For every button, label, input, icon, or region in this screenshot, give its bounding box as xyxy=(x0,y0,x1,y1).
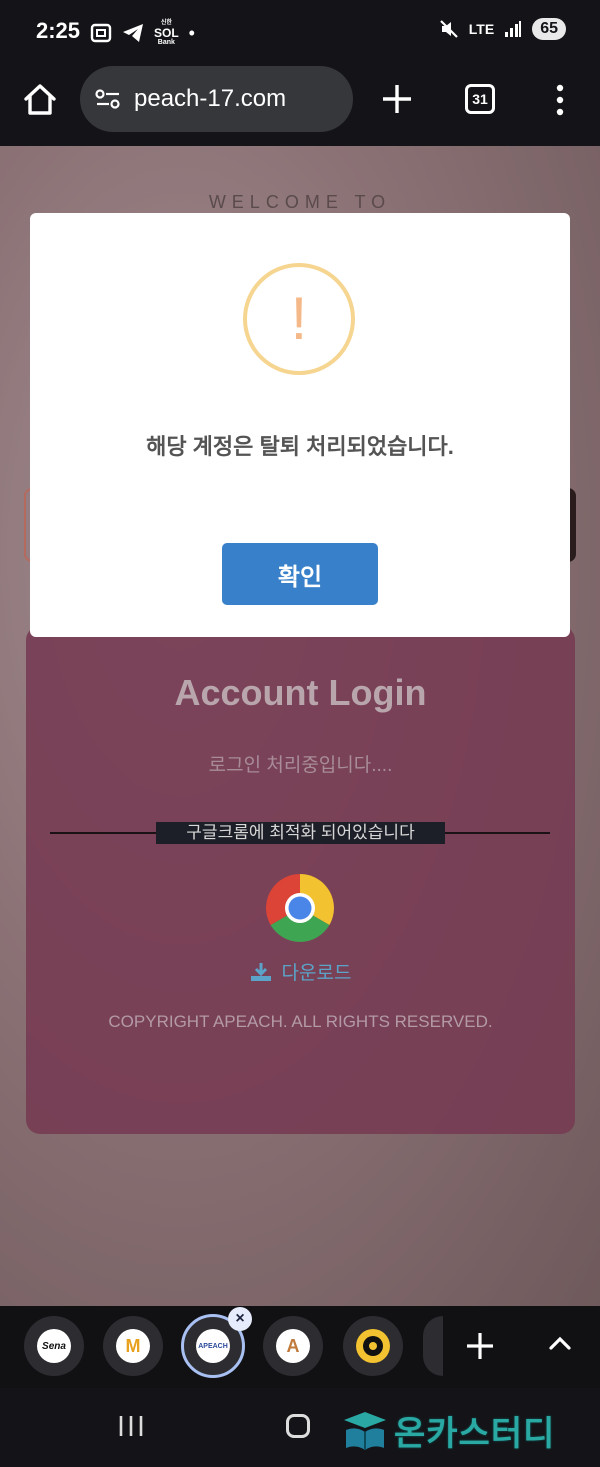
tab-a[interactable]: A xyxy=(263,1316,323,1376)
alert-message: 해당 계정은 탈퇴 처리되었습니다. xyxy=(146,434,454,459)
login-title: Account Login xyxy=(174,672,427,713)
alert-dialog: ! 해당 계정은 탈퇴 처리되었습니다. 확인 xyxy=(30,213,570,637)
tab-partial[interactable] xyxy=(423,1316,443,1376)
home-button[interactable] xyxy=(286,1414,310,1438)
overflow-menu-icon[interactable] xyxy=(548,80,572,120)
home-icon[interactable] xyxy=(20,80,60,120)
watermark: 온카스터디 xyxy=(342,1406,555,1455)
address-bar[interactable]: peach-17.com xyxy=(80,66,353,132)
warning-icon: ! xyxy=(243,263,355,375)
telegram-icon xyxy=(123,24,143,42)
tab-sena[interactable]: Sena xyxy=(24,1316,84,1376)
new-tab-icon[interactable] xyxy=(378,80,416,118)
url-text: peach-17.com xyxy=(134,85,287,112)
tab-switcher-button[interactable]: 31 xyxy=(465,84,495,114)
add-tab-icon[interactable] xyxy=(462,1328,498,1364)
sena-favicon: Sena xyxy=(37,1329,71,1363)
tab-apeach-active[interactable]: APEACH × xyxy=(181,1307,252,1378)
confirm-button[interactable]: 확인 xyxy=(222,543,378,605)
a-logo-favicon: A xyxy=(276,1329,310,1363)
download-label: 다운로드 xyxy=(281,963,352,984)
system-nav-bar: 온카스터디 xyxy=(0,1388,600,1467)
lte-indicator: LTE xyxy=(468,21,495,37)
ball-favicon xyxy=(356,1329,390,1363)
notification-dot: • xyxy=(188,22,195,43)
copyright-text: COPYRIGHT APEACH. ALL RIGHTS RESERVED. xyxy=(108,1012,493,1031)
chevron-up-icon[interactable] xyxy=(546,1330,574,1358)
processing-text: 로그인 처리중입니다.... xyxy=(208,755,393,776)
download-link[interactable]: 다운로드 xyxy=(26,958,575,985)
close-tab-icon[interactable]: × xyxy=(228,1307,252,1331)
status-notification-icons: 신한 SOL Bank • xyxy=(90,20,195,46)
watermark-text: 온카스터디 xyxy=(394,1415,556,1453)
recents-icon[interactable] xyxy=(118,1414,144,1438)
tab-strip: Sena M APEACH × A xyxy=(0,1306,600,1388)
chrome-logo-icon[interactable] xyxy=(266,874,334,942)
m-logo-favicon: M xyxy=(116,1329,150,1363)
tab-count: 31 xyxy=(472,91,488,107)
site-settings-icon[interactable] xyxy=(94,87,122,111)
apeach-favicon: APEACH xyxy=(196,1329,230,1363)
tab-ball[interactable] xyxy=(343,1316,403,1376)
tab-m[interactable]: M xyxy=(103,1316,163,1376)
screenshot-icon xyxy=(90,23,112,43)
download-icon xyxy=(250,962,271,981)
mute-icon xyxy=(440,20,458,38)
browser-toolbar: peach-17.com 31 xyxy=(0,62,600,146)
sol-bank-icon: 신한 SOL Bank xyxy=(154,20,179,46)
welcome-text: WELCOME TO xyxy=(208,192,392,212)
status-system-icons: LTE 65 xyxy=(439,18,566,40)
signal-icon xyxy=(505,21,522,37)
status-time: 2:25 xyxy=(36,18,81,43)
book-logo-icon xyxy=(344,1411,386,1450)
status-bar: 2:25 신한 SOL Bank • LTE 65 xyxy=(0,0,600,62)
login-card: Account Login 로그인 처리중입니다.... 구글크롬에 최적화 되… xyxy=(26,626,575,1134)
chrome-notice: 구글크롬에 최적화 되어있습니다 xyxy=(156,822,445,844)
battery-level: 65 xyxy=(532,18,566,40)
